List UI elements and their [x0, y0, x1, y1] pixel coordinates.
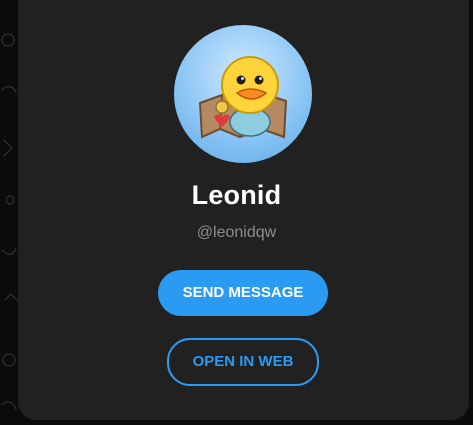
profile-name: Leonid	[191, 180, 282, 210]
profile-username: @leonidqw	[196, 224, 277, 241]
avatar	[174, 25, 312, 163]
open-in-web-button[interactable]: OPEN IN WEB	[167, 338, 319, 386]
duck-sticker-avatar-icon	[198, 56, 288, 139]
send-message-button[interactable]: SEND MESSAGE	[158, 270, 328, 316]
